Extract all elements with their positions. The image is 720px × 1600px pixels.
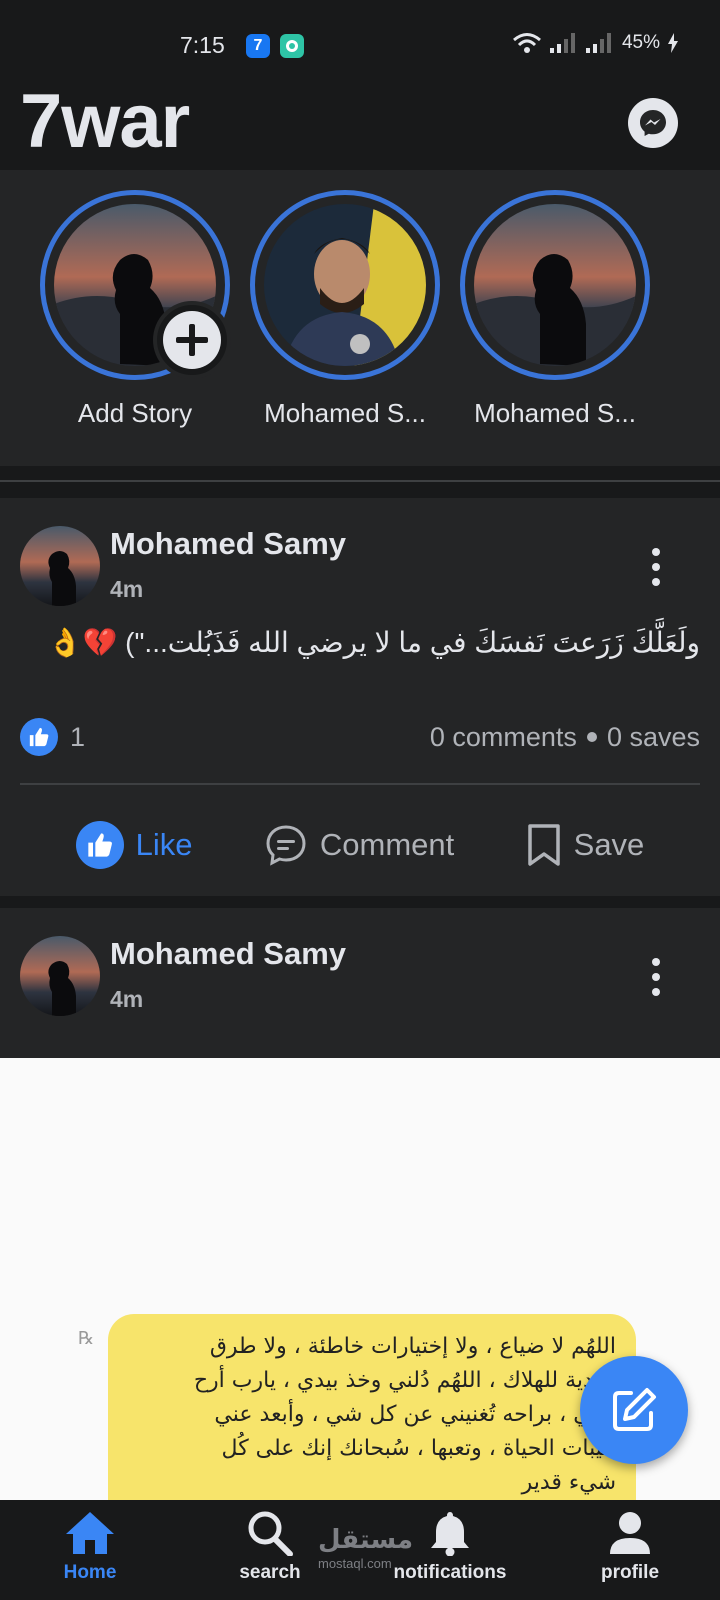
reactions-row: 1 0 comments 0 saves <box>20 716 700 758</box>
story-add[interactable]: Add Story <box>40 190 231 429</box>
story-ring <box>40 190 231 380</box>
plus-icon <box>176 324 208 356</box>
save-button[interactable]: Save <box>526 823 645 867</box>
messenger-icon <box>640 110 666 136</box>
more-options-button[interactable] <box>646 548 666 586</box>
bell-icon <box>431 1512 469 1556</box>
story-thumbnail <box>264 204 426 366</box>
image-note: اللهُم لا ضياع ، ولا إختيارات خاطئة ، ول… <box>108 1314 636 1500</box>
story-label: Mohamed S... <box>264 398 426 428</box>
add-story-plus <box>153 301 231 379</box>
post-stats: 0 comments 0 saves <box>430 722 700 753</box>
status-time: 7:15 <box>180 32 225 58</box>
note-line: خيبات الحياة ، وتعبها ، سُبحانك إنك على … <box>221 1436 616 1461</box>
bookmark-icon <box>527 824 560 866</box>
comment-button[interactable]: Comment <box>264 823 454 867</box>
wifi-icon <box>513 33 541 53</box>
app-title: 7war <box>20 79 190 164</box>
thumbs-up-icon <box>75 821 124 869</box>
stories-bar: Add Story Mohamed S... Mohamed S... <box>0 170 720 466</box>
search-icon <box>248 1511 293 1556</box>
post-text: ولَعَلَّكَ زَرَعتَ نَفسَكَ في ما لا يرضي… <box>47 627 700 658</box>
story-ring <box>460 190 650 380</box>
like-button[interactable]: Like <box>75 821 193 869</box>
nav-label: search <box>239 1562 301 1583</box>
post-time: 4m <box>110 986 144 1012</box>
chat-notification-icon <box>280 34 304 58</box>
messenger-button[interactable] <box>628 98 678 148</box>
signal-icon <box>549 33 575 53</box>
battery-level: 45% <box>621 32 660 53</box>
charging-icon <box>668 33 678 53</box>
dot-separator <box>586 732 597 742</box>
save-label: Save <box>573 827 645 862</box>
watermark-subtext: mostaql.com <box>318 1556 392 1571</box>
note-line: شيء قدير <box>521 1470 616 1495</box>
comment-count[interactable]: 0 comments <box>430 722 577 753</box>
app-7-notification-icon: 7 <box>246 34 270 58</box>
watermark-text: مستقل <box>318 1524 414 1554</box>
person-icon <box>610 1512 650 1554</box>
like-reaction-icon <box>20 718 58 756</box>
more-options-button[interactable] <box>646 958 666 996</box>
status-bar: 7:15 7 45% <box>0 0 720 78</box>
story-item[interactable]: Mohamed S... <box>460 190 650 429</box>
signal-icon-2 <box>585 33 611 53</box>
read-receipt-icon: ℞ <box>78 1328 95 1348</box>
post-card: Mohamed Samy 4m <box>0 908 720 1058</box>
like-label: Like <box>135 827 193 862</box>
like-count[interactable]: 1 <box>70 722 85 753</box>
comment-label: Comment <box>319 827 455 862</box>
home-icon <box>66 1512 114 1554</box>
nav-profile[interactable]: profile <box>540 1500 720 1600</box>
story-label: Mohamed S... <box>474 398 636 428</box>
story-label: Add Story <box>77 398 193 428</box>
post-time: 4m <box>110 576 144 602</box>
new-post-button[interactable] <box>580 1356 688 1464</box>
note-line: قلبي ، براحه تُغنيني عن كل شي ، وأبعد عن… <box>214 1402 616 1427</box>
nav-label: Home <box>63 1562 117 1583</box>
action-divider <box>20 783 700 785</box>
save-count: 0 saves <box>606 721 700 752</box>
story-item[interactable]: Mohamed S... <box>250 190 440 429</box>
section-divider <box>0 480 720 482</box>
app-header: 7war <box>0 78 720 170</box>
post-actions: Like Comment Save <box>0 808 720 882</box>
status-icons: 45% <box>512 32 678 54</box>
edit-icon <box>613 1388 656 1431</box>
avatar[interactable] <box>20 526 100 606</box>
story-thumbnail <box>474 204 636 366</box>
note-line: مُؤدية للهلاك ، اللهُم دُلني وخذ بيدي ، … <box>193 1368 616 1393</box>
post-card: Mohamed Samy 4m ولَعَلَّكَ زَرَعتَ نَفسَ… <box>0 498 720 896</box>
comment-icon <box>266 825 306 866</box>
note-line: اللهُم لا ضياع ، ولا إختيارات خاطئة ، ول… <box>209 1334 616 1359</box>
nav-label: profile <box>600 1562 660 1583</box>
post-author[interactable]: Mohamed Samy <box>110 526 346 562</box>
post-author[interactable]: Mohamed Samy <box>110 936 346 972</box>
avatar[interactable] <box>20 936 100 1016</box>
nav-label: notifications <box>393 1562 507 1583</box>
nav-home[interactable]: Home <box>0 1500 180 1600</box>
story-ring <box>250 190 440 380</box>
